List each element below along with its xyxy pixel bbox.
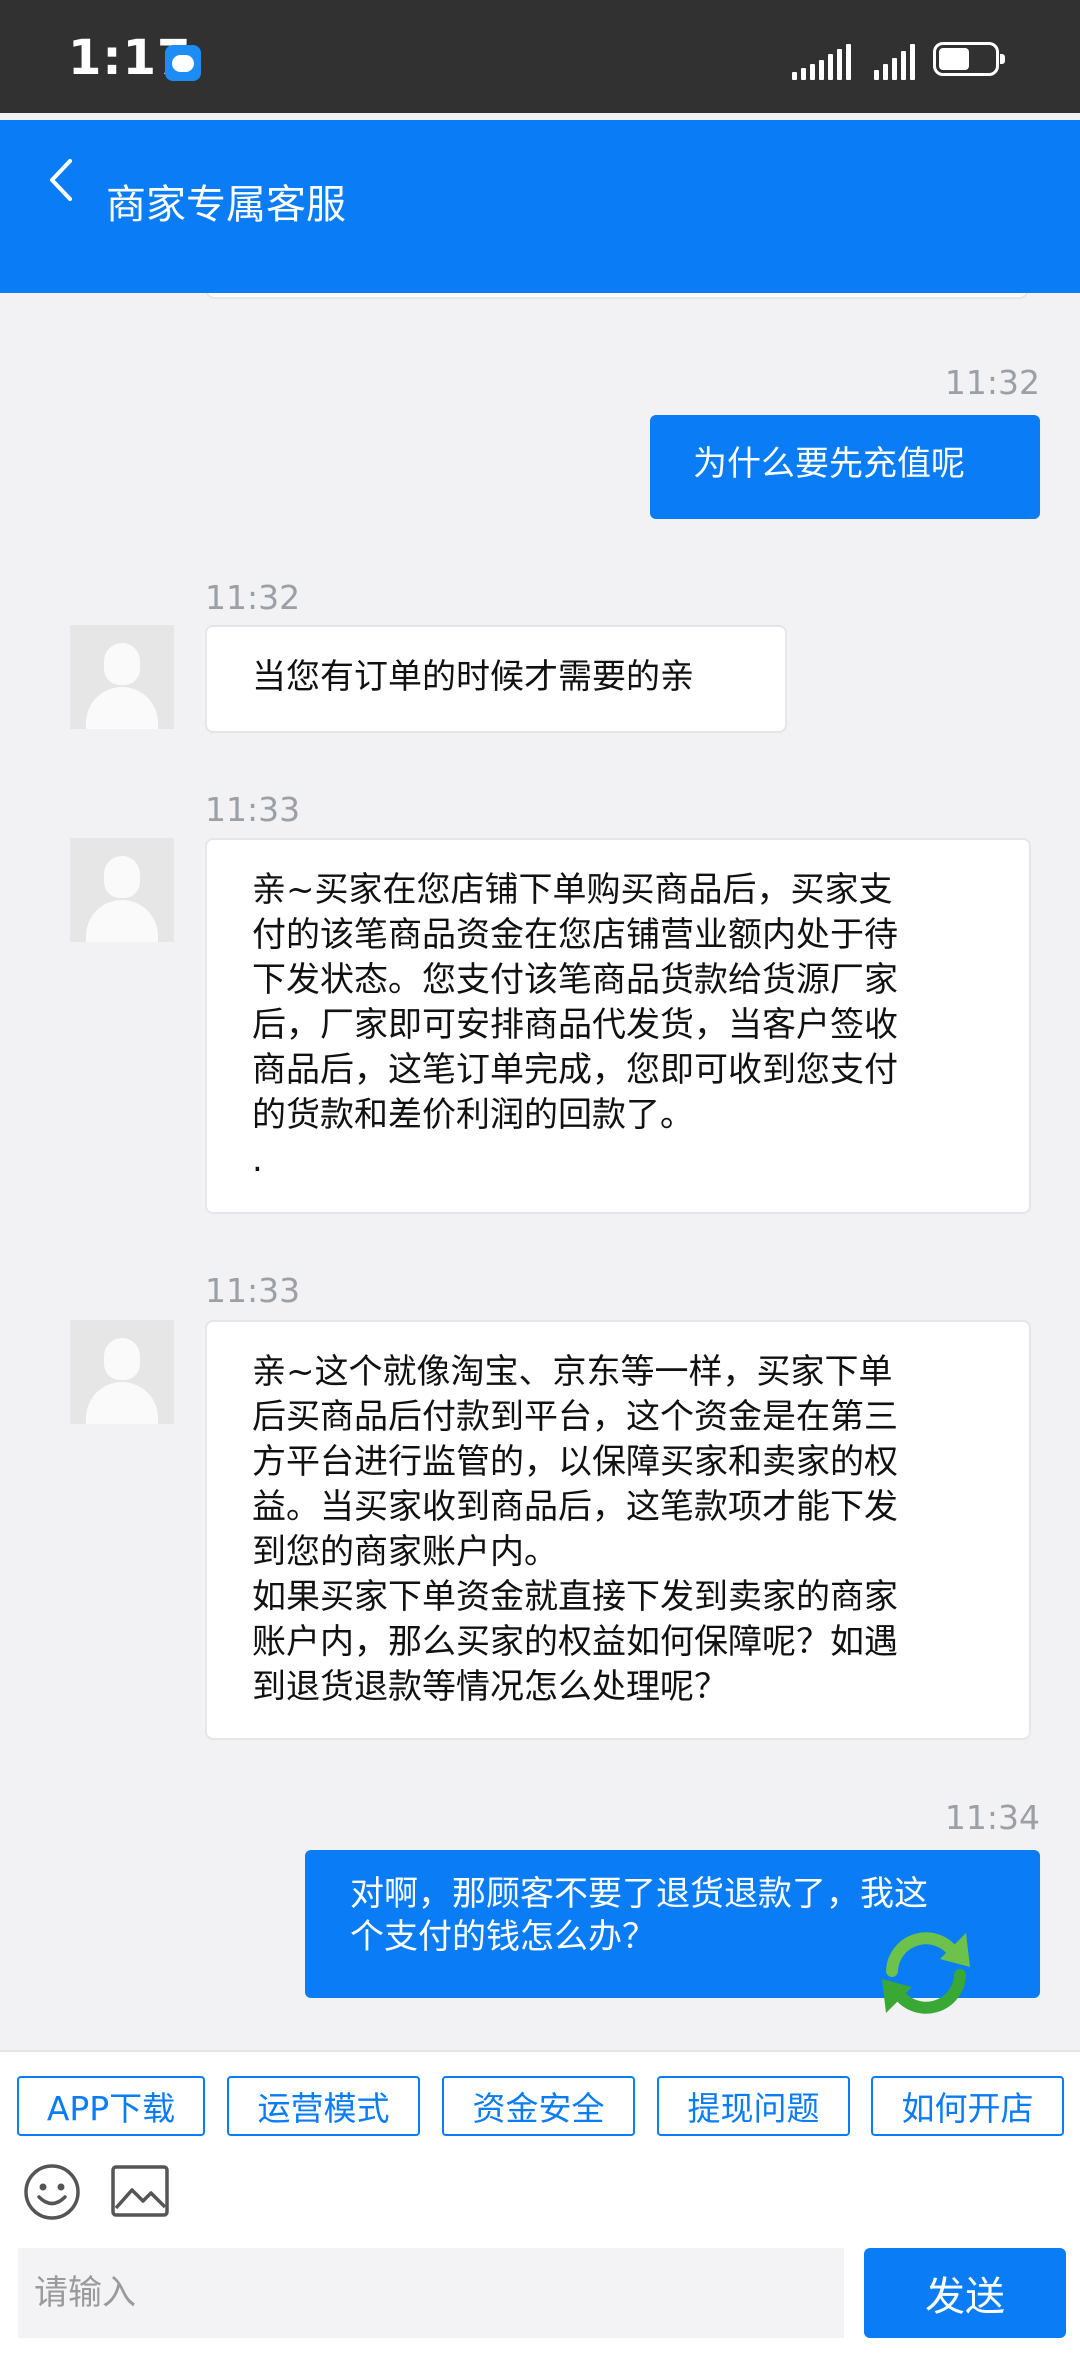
refresh-icon[interactable] xyxy=(870,1923,982,2023)
quick-button-app-download[interactable]: APP下载 xyxy=(17,2076,205,2136)
emoji-icon[interactable] xyxy=(22,2162,82,2222)
message-notification-icon xyxy=(165,45,201,81)
cellular-signal-2-icon xyxy=(874,44,918,80)
message-timestamp: 11:34 xyxy=(944,1798,1040,1837)
input-row: 发送 xyxy=(0,2240,1080,2373)
message-timestamp: 11:32 xyxy=(944,363,1040,402)
input-tools xyxy=(0,2140,1080,2240)
page-title: 商家专属客服 xyxy=(106,182,346,228)
message-input[interactable] xyxy=(18,2248,844,2338)
agent-avatar xyxy=(70,838,174,942)
incoming-message-bubble[interactable]: 当您有订单的时候才需要的亲 xyxy=(205,625,787,733)
battery-icon xyxy=(933,42,1005,76)
agent-avatar xyxy=(70,1320,174,1424)
image-icon[interactable] xyxy=(110,2164,170,2218)
chat-header: 商家专属客服 xyxy=(0,120,1080,293)
message-timestamp: 11:33 xyxy=(205,1271,301,1310)
quick-button-operation-mode[interactable]: 运营模式 xyxy=(227,2076,420,2136)
outgoing-message-bubble[interactable]: 为什么要先充值呢 xyxy=(650,415,1040,519)
send-button[interactable]: 发送 xyxy=(864,2248,1066,2338)
status-bar: 1:17 xyxy=(0,0,1080,113)
agent-avatar xyxy=(70,625,174,729)
message-timestamp: 11:32 xyxy=(205,578,301,617)
quick-button-fund-security[interactable]: 资金安全 xyxy=(442,2076,635,2136)
message-timestamp: 11:33 xyxy=(205,790,301,829)
incoming-message-bubble[interactable]: 亲~买家在您店铺下单购买商品后，买家支 付的该笔商品资金在您店铺营业额内处于待 … xyxy=(205,838,1031,1214)
quick-button-withdrawal[interactable]: 提现问题 xyxy=(657,2076,850,2136)
quick-button-open-store[interactable]: 如何开店 xyxy=(871,2076,1064,2136)
chevron-left-icon xyxy=(50,159,72,201)
quick-reply-bar: APP下载 运营模式 资金安全 提现问题 如何开店 xyxy=(0,2050,1080,2142)
cellular-signal-icon xyxy=(792,44,854,80)
back-button[interactable] xyxy=(46,150,86,210)
previous-message-bubble xyxy=(205,293,1029,299)
incoming-message-bubble[interactable]: 亲~这个就像淘宝、京东等一样，买家下单 后买商品后付款到平台，这个资金是在第三 … xyxy=(205,1320,1031,1740)
chat-messages[interactable]: 11:32 为什么要先充值呢 11:32 当您有订单的时候才需要的亲 11:33… xyxy=(0,293,1080,2050)
